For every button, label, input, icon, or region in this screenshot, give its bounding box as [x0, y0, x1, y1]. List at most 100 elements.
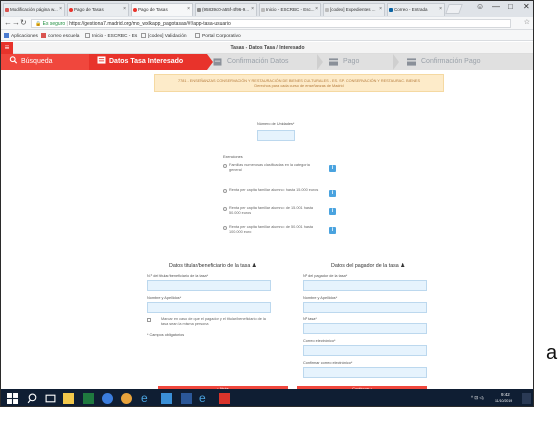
- step-label: Búsqueda: [21, 58, 53, 65]
- confirm-payment-icon: [407, 58, 416, 66]
- form-icon: [97, 56, 106, 64]
- pagador-section-title: Datos del pagador de la tasa ♟: [331, 263, 405, 269]
- pagador-email-input[interactable]: [303, 345, 427, 356]
- close-icon[interactable]: ×: [251, 6, 254, 12]
- exemption-radio-1[interactable]: [223, 164, 227, 168]
- chrome-icon[interactable]: [102, 393, 113, 404]
- units-input[interactable]: [257, 130, 295, 141]
- titular-nif-input[interactable]: [147, 280, 271, 291]
- new-tab-button[interactable]: [445, 4, 463, 14]
- close-window-button[interactable]: ✕: [523, 2, 530, 11]
- tab-1[interactable]: Modificación página w... ×: [3, 3, 65, 16]
- step-label: Confirmación Pago: [421, 58, 481, 65]
- page-icon: [141, 33, 146, 38]
- madrid-favicon-icon: [69, 8, 73, 12]
- search-icon[interactable]: [27, 393, 38, 404]
- close-icon[interactable]: ×: [123, 6, 126, 12]
- close-icon[interactable]: ×: [315, 6, 318, 12]
- person-icon: ♟: [400, 263, 405, 269]
- page-icon: [85, 33, 90, 38]
- bookmark-label: Inicio - ESCRBC - Es: [92, 34, 138, 39]
- pagador-name-input[interactable]: [303, 302, 427, 313]
- madrid-favicon-icon: [133, 8, 137, 12]
- forward-arrow-icon[interactable]: →: [12, 18, 20, 27]
- close-icon[interactable]: ×: [187, 6, 190, 12]
- fee-notice-banner: 7781 - ENSEÑANZAS CONSERVACIÓN Y RESTAUR…: [154, 74, 444, 92]
- pagador-nif-label: Nº del pagador de la tasa*: [303, 274, 348, 278]
- file-explorer-icon[interactable]: [63, 393, 74, 404]
- exemption-radio-2[interactable]: [223, 189, 227, 193]
- close-icon[interactable]: ×: [379, 6, 382, 12]
- bookmark-label: correo escuela: [48, 34, 80, 39]
- screenshot-stage: Modificación página w... × Pago de Tasas…: [0, 0, 560, 421]
- close-icon[interactable]: ×: [59, 6, 62, 12]
- windows-start-icon[interactable]: [7, 393, 18, 404]
- exemption-radio-3[interactable]: [223, 207, 227, 211]
- ie-icon[interactable]: e: [199, 391, 206, 405]
- system-tray-icons[interactable]: ^ ⊡ ◁ᵢ: [471, 395, 484, 401]
- same-person-checkbox[interactable]: [147, 318, 151, 322]
- bookmark-codex[interactable]: [codex] Validación: [141, 33, 187, 39]
- outlook-favicon-icon: [389, 8, 393, 12]
- margin-letter: a: [546, 342, 558, 364]
- pagador-tasa-input[interactable]: [303, 323, 427, 334]
- pagador-confirm-email-input[interactable]: [303, 367, 427, 378]
- page-favicon-icon: [197, 8, 201, 12]
- notifications-icon[interactable]: [522, 393, 531, 404]
- tab-6[interactable]: [codex] Expedientes ... ×: [323, 3, 385, 16]
- url-text: https://gestiona7.madrid.org/mo_wxlkapp_…: [69, 21, 231, 27]
- close-icon[interactable]: ×: [439, 6, 442, 12]
- tab-label: (95839c0-a55f-4f96-9...: [202, 7, 250, 12]
- info-icon[interactable]: i: [329, 227, 336, 234]
- tab-label: [codex] Expedientes ...: [330, 7, 376, 12]
- person-icon: ♟: [251, 263, 257, 269]
- clock-date[interactable]: 11/10/2019: [495, 399, 512, 403]
- step-pago: Pago: [317, 54, 393, 70]
- tab-2[interactable]: Pago de Tasas ×: [67, 3, 129, 16]
- user-profile-icon[interactable]: ☺: [476, 2, 484, 11]
- bookmark-label: [codex] Validación: [148, 34, 187, 39]
- gmail-favicon-icon: [5, 8, 9, 12]
- apps-grid-icon: [4, 33, 9, 38]
- tab-7[interactable]: Correo - Entrada ×: [387, 3, 445, 16]
- url-input[interactable]: 🔒 Es seguro | https://gestiona7.madrid.o…: [31, 19, 511, 28]
- reload-icon[interactable]: ↻: [20, 18, 27, 27]
- maximize-button[interactable]: □: [508, 2, 513, 11]
- exemption-option-2: Renta per capita familiar alumno: hasta …: [229, 188, 319, 192]
- browser-window: Modificación página w... × Pago de Tasas…: [0, 0, 534, 407]
- exemption-option-4: Renta per capita familiar alumno: de 50.…: [229, 225, 314, 234]
- tab-4[interactable]: (95839c0-a55f-4f96-9... ×: [195, 3, 257, 16]
- confirm-data-icon: [213, 58, 222, 66]
- form-content: 7781 - ENSEÑANZAS CONSERVACIÓN Y RESTAUR…: [1, 70, 533, 391]
- step-label: Datos Tasa Interesado: [109, 58, 184, 65]
- info-icon[interactable]: i: [329, 190, 336, 197]
- info-icon[interactable]: i: [329, 165, 336, 172]
- pagador-confirm-email-label: Confirmar correo electrónico*: [303, 361, 353, 365]
- word-icon[interactable]: [181, 393, 192, 404]
- app-icon[interactable]: [121, 393, 132, 404]
- acrobat-icon[interactable]: [219, 393, 230, 404]
- tab-3-active[interactable]: Pago de Tasas ×: [131, 3, 193, 16]
- step-busqueda[interactable]: Búsqueda: [1, 54, 89, 70]
- step-datos-tasa[interactable]: Datos Tasa Interesado: [89, 54, 207, 70]
- gmail-icon: [41, 33, 46, 38]
- bookmark-portal[interactable]: Portal Corporativo: [195, 33, 241, 39]
- lock-icon: 🔒: [35, 21, 42, 27]
- bookmark-inicio[interactable]: Inicio - ESCRBC - Es: [85, 33, 137, 39]
- outlook-icon[interactable]: [161, 393, 172, 404]
- bookmark-correo[interactable]: correo escuela: [41, 33, 79, 39]
- task-view-icon[interactable]: [45, 393, 56, 404]
- bookmark-apps[interactable]: Aplicaciones: [4, 33, 38, 39]
- pagador-nif-input[interactable]: [303, 280, 427, 291]
- exemption-radio-4[interactable]: [223, 226, 227, 230]
- back-arrow-icon[interactable]: ←: [4, 18, 12, 27]
- titular-name-input[interactable]: [147, 302, 271, 313]
- minimize-button[interactable]: —: [492, 2, 500, 11]
- bookmark-star-icon[interactable]: ☆: [524, 18, 530, 26]
- info-icon[interactable]: i: [329, 208, 336, 215]
- pagador-email-label: Correo electrónico*: [303, 339, 336, 343]
- clock-time[interactable]: 9:42: [501, 392, 510, 397]
- excel-icon[interactable]: [83, 393, 94, 404]
- tab-5[interactable]: Inicio - ESCRBC - Esc... ×: [259, 3, 321, 16]
- edge-icon[interactable]: e: [141, 391, 148, 405]
